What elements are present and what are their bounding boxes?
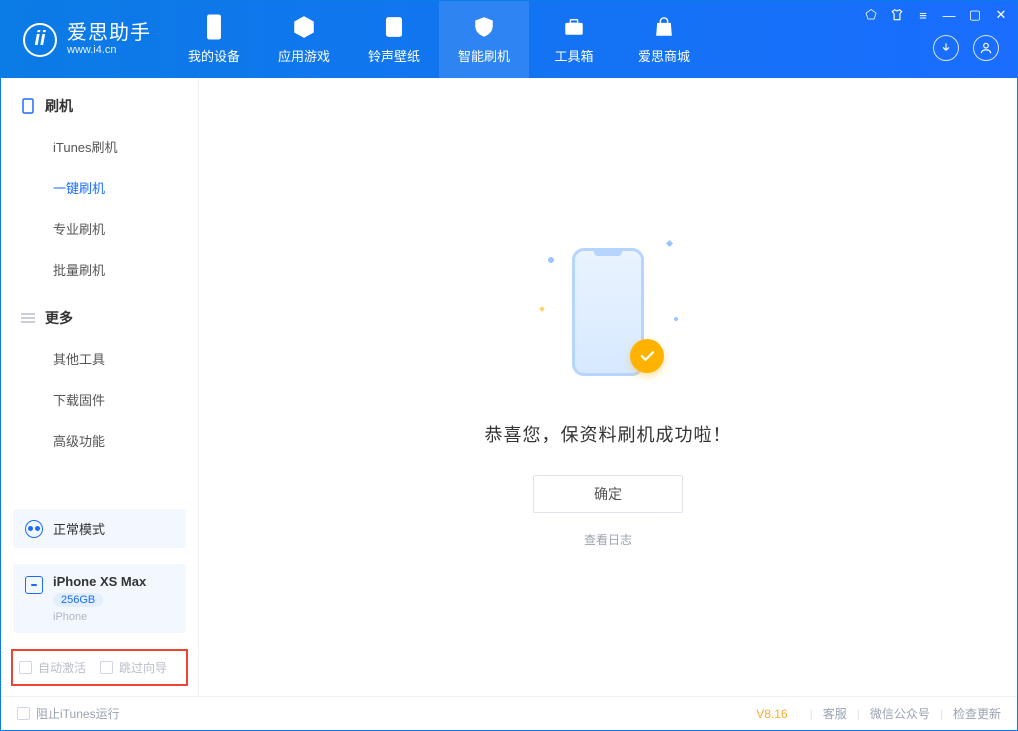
bottom-options-highlight: 自动激活 跳过向导 [11,649,188,686]
checkbox-skip-guide[interactable]: 跳过向导 [100,659,167,676]
maximize-icon[interactable]: ▢ [967,7,983,23]
cube-icon [291,14,317,40]
success-illustration [538,227,678,397]
checkbox-box [17,707,30,720]
download-button[interactable] [933,35,959,61]
device-icon [25,576,43,594]
list-icon [21,311,35,325]
app-name-cn: 爱思助手 [67,22,151,44]
checkbox-box [100,661,113,674]
footer: 阻止iTunes运行 V8.16 | 客服 | 微信公众号 | 检查更新 [1,696,1017,730]
device-name: iPhone XS Max [53,574,146,589]
toolbox-icon [561,14,587,40]
sidebar-item-advanced[interactable]: 高级功能 [1,420,198,461]
sidebar-item-itunes[interactable]: iTunes刷机 [1,126,198,167]
sidebar-item-pro[interactable]: 专业刷机 [1,208,198,249]
nav-toolbox[interactable]: 工具箱 [529,1,619,78]
view-log-link[interactable]: 查看日志 [584,531,632,548]
nav-smart-flash[interactable]: 智能刷机 [439,1,529,78]
logo-text: 爱思助手 www.i4.cn [67,22,151,56]
device-capacity: 256GB [53,593,103,607]
app-name-en: www.i4.cn [67,44,151,56]
app-window: ⬠ ≡ — ▢ ✕ ii 爱思助手 www.i4.cn 我的设备 应用游戏 [0,0,1018,731]
section-label: 更多 [45,308,73,328]
nav-label: 工具箱 [554,46,593,65]
nav-apps-games[interactable]: 应用游戏 [259,1,349,78]
top-nav: 我的设备 应用游戏 铃声壁纸 智能刷机 工具箱 爱思商城 [169,1,709,78]
nav-label: 铃声壁纸 [368,46,420,65]
nav-store[interactable]: 爱思商城 [619,1,709,78]
close-icon[interactable]: ✕ [993,7,1009,23]
nav-ringtones[interactable]: 铃声壁纸 [349,1,439,78]
phone-icon [201,14,227,40]
checkbox-label: 跳过向导 [119,659,167,676]
main-content: 恭喜您，保资料刷机成功啦！ 确定 查看日志 [199,78,1017,696]
menu-icon[interactable]: ≡ [915,7,931,23]
sidebar-section-flash: 刷机 [1,78,198,126]
sidebar-item-onekey[interactable]: 一键刷机 [1,167,198,208]
device-small-icon [21,99,35,113]
pin-icon[interactable]: ⬠ [863,7,879,23]
refresh-shield-icon [471,14,497,40]
checkbox-label: 阻止iTunes运行 [36,705,120,722]
checkbox-auto-activate[interactable]: 自动激活 [19,659,86,676]
minimize-icon[interactable]: — [941,7,957,23]
wechat-link[interactable]: 微信公众号 [870,705,930,722]
nav-my-device[interactable]: 我的设备 [169,1,259,78]
mode-icon [25,520,43,538]
success-message: 恭喜您，保资料刷机成功啦！ [485,421,732,447]
sidebar-section-more: 更多 [1,290,198,338]
check-update-link[interactable]: 检查更新 [953,705,1001,722]
check-badge-icon [630,339,664,373]
device-card[interactable]: iPhone XS Max 256GB iPhone [13,564,186,633]
window-controls: ⬠ ≡ — ▢ ✕ [863,7,1009,23]
confirm-button[interactable]: 确定 [533,475,683,513]
mode-label: 正常模式 [53,519,105,538]
logo-icon: ii [23,23,57,57]
sidebar-item-download-fw[interactable]: 下载固件 [1,379,198,420]
bag-icon [651,14,677,40]
nav-label: 我的设备 [188,46,240,65]
checkbox-box [19,661,32,674]
footer-right: V8.16 | 客服 | 微信公众号 | 检查更新 [756,705,1001,722]
mode-card[interactable]: 正常模式 [13,509,186,548]
tshirt-icon[interactable] [889,7,905,23]
version-label: V8.16 [756,707,787,721]
logo: ii 爱思助手 www.i4.cn [1,1,169,78]
body: 刷机 iTunes刷机 一键刷机 专业刷机 批量刷机 更多 其他工具 下载固件 … [1,78,1017,696]
device-info: iPhone XS Max 256GB iPhone [53,574,146,623]
checkbox-block-itunes[interactable]: 阻止iTunes运行 [17,705,120,722]
user-button[interactable] [973,35,999,61]
sidebar-item-other-tools[interactable]: 其他工具 [1,338,198,379]
nav-label: 智能刷机 [458,46,510,65]
music-icon [381,14,407,40]
sidebar: 刷机 iTunes刷机 一键刷机 专业刷机 批量刷机 更多 其他工具 下载固件 … [1,78,199,696]
nav-label: 爱思商城 [638,46,690,65]
header: ⬠ ≡ — ▢ ✕ ii 爱思助手 www.i4.cn 我的设备 应用游戏 [1,1,1017,78]
nav-label: 应用游戏 [278,46,330,65]
support-link[interactable]: 客服 [823,705,847,722]
device-type: iPhone [53,611,146,623]
section-label: 刷机 [45,96,73,116]
checkbox-label: 自动激活 [38,659,86,676]
sidebar-item-batch[interactable]: 批量刷机 [1,249,198,290]
